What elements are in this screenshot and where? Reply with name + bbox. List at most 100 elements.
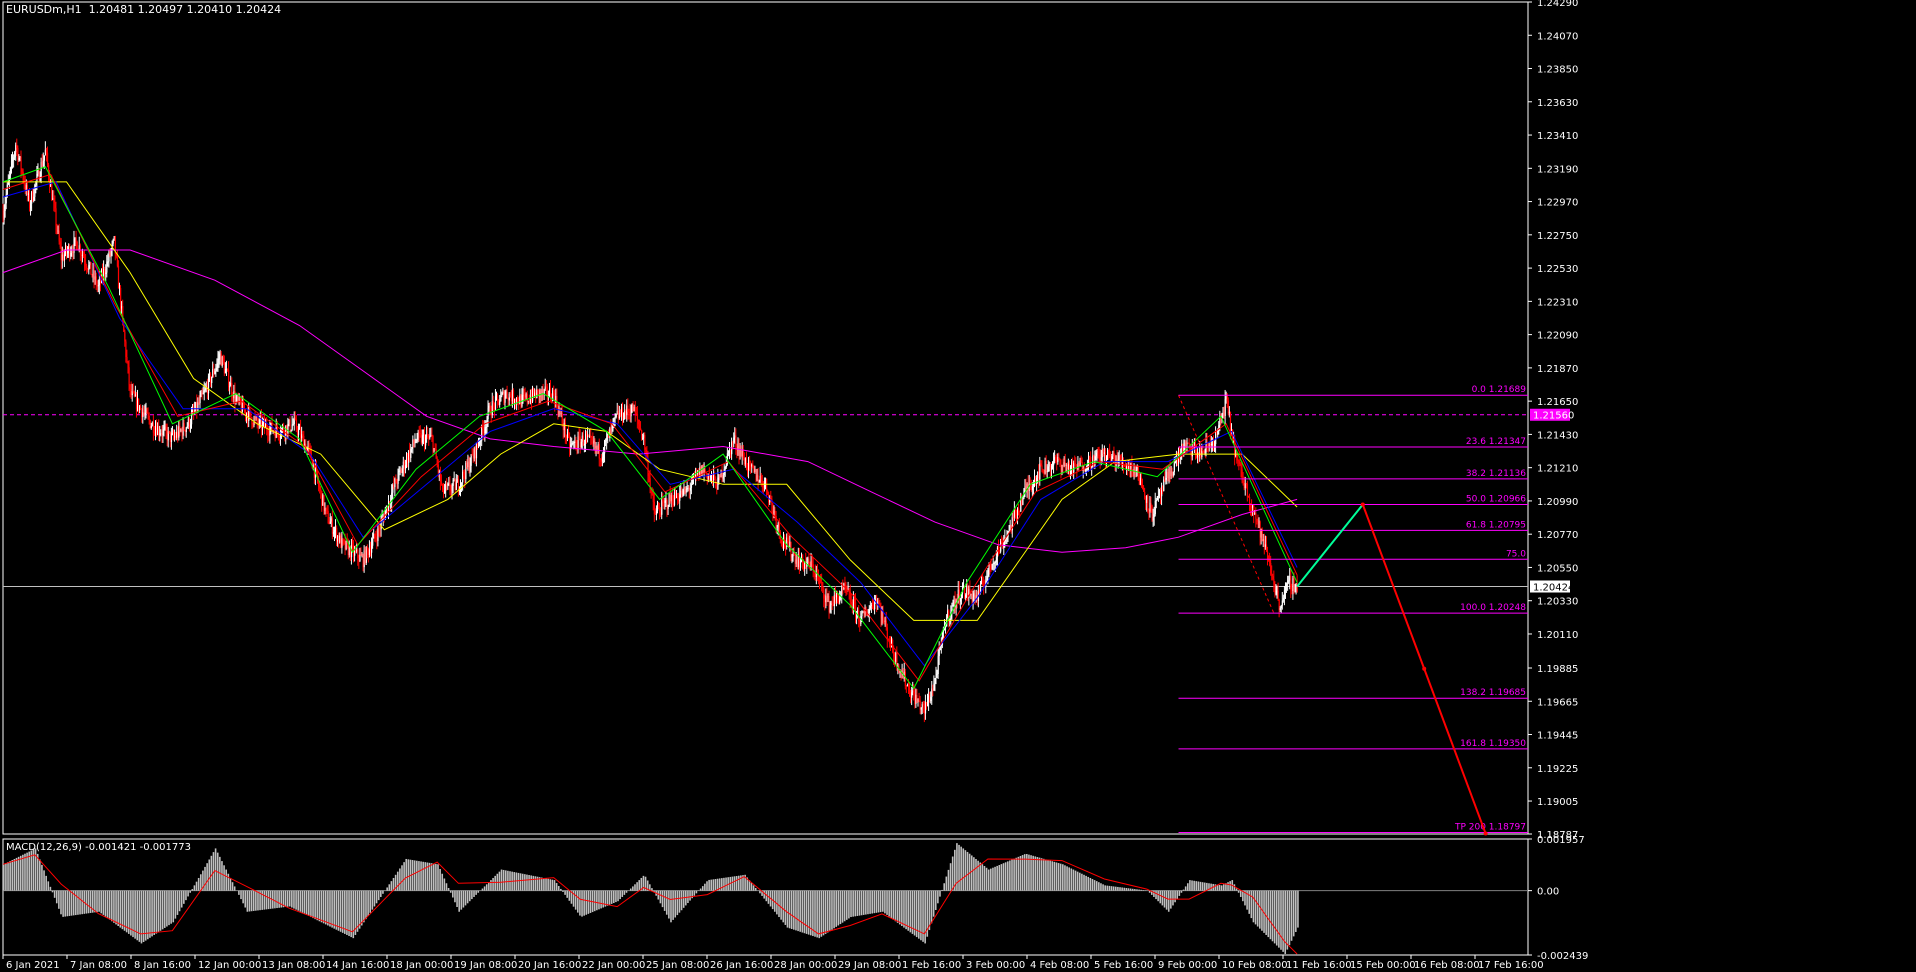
macd-histogram-bar <box>886 890 888 915</box>
macd-histogram-bar <box>320 890 323 923</box>
candle-body <box>444 490 446 494</box>
candle-body <box>430 435 432 437</box>
candle-body <box>426 434 428 438</box>
candle-body <box>1286 584 1288 586</box>
candle-body <box>741 450 743 457</box>
candle-body <box>723 469 725 476</box>
candle-body <box>88 265 90 271</box>
candle-body <box>744 458 747 465</box>
macd-histogram-bar <box>587 890 590 914</box>
macd-histogram-bar <box>1284 890 1287 954</box>
chart-svg[interactable]: 1.242901.240701.238501.236301.234101.231… <box>0 0 1916 972</box>
candle-body <box>372 538 374 546</box>
macd-histogram-bar <box>1002 863 1005 891</box>
candle-body <box>643 435 645 438</box>
candle-body <box>1222 412 1224 416</box>
candle-body <box>1173 463 1175 473</box>
candle-body <box>466 462 468 468</box>
macd-histogram-bar <box>102 890 105 915</box>
candle-body <box>153 432 156 434</box>
time-tick-label: 7 Jan 08:00 <box>70 960 127 971</box>
candle-body <box>680 490 682 495</box>
macd-histogram-bar <box>11 860 14 891</box>
candle-body <box>535 392 537 399</box>
candle-body <box>1115 458 1117 467</box>
candle-body <box>351 544 354 547</box>
candle-body <box>935 674 937 679</box>
time-tick-label: 25 Jan 08:00 <box>646 960 709 971</box>
candle-body <box>1252 505 1254 508</box>
macd-histogram-bar <box>108 890 111 920</box>
candle-body <box>606 437 608 441</box>
macd-histogram-bar <box>706 881 708 891</box>
candle-body <box>1280 605 1282 609</box>
candle-body <box>795 559 797 564</box>
candle-body <box>107 261 109 263</box>
candle-body <box>629 412 631 417</box>
macd-label: MACD(12,26,9) -0.001421 -0.001773 <box>6 842 191 853</box>
candle-body <box>774 511 776 517</box>
candle-body <box>525 393 527 398</box>
candle-body <box>240 403 242 412</box>
macd-histogram-bar <box>13 858 16 891</box>
candle-body <box>716 487 718 490</box>
candle-body <box>52 198 54 200</box>
candle-body <box>218 358 220 360</box>
candle-body <box>916 695 918 702</box>
candle-body <box>308 445 310 447</box>
macd-histogram-bar <box>845 890 848 920</box>
macd-histogram-bar <box>1083 874 1085 891</box>
candle-body <box>301 434 303 439</box>
candle-body <box>925 702 928 707</box>
candle-body <box>801 554 803 562</box>
time-tick-label: 16 Feb 08:00 <box>1414 960 1480 971</box>
candle-body <box>165 426 167 432</box>
candle-body <box>475 443 478 459</box>
candle-body <box>671 495 674 504</box>
candle-body <box>428 437 430 439</box>
candle-body <box>134 394 137 397</box>
macd-histogram-bar <box>24 853 26 891</box>
candle-body <box>523 394 525 396</box>
candle-body <box>553 390 555 394</box>
macd-histogram-bar <box>1112 886 1115 891</box>
candle-body <box>914 694 916 705</box>
candle-body <box>24 183 26 191</box>
macd-histogram-bar <box>894 890 897 922</box>
candle-body <box>877 601 879 604</box>
macd-histogram-bar <box>111 890 113 922</box>
candle-body <box>1013 509 1016 518</box>
candle-body <box>484 427 486 434</box>
macd-histogram-bar <box>464 890 467 906</box>
macd-histogram-bar <box>166 890 168 927</box>
candle-body <box>658 508 660 510</box>
candles <box>2 138 1298 723</box>
candle-body <box>870 604 873 606</box>
macd-histogram-bar <box>1100 883 1102 891</box>
candle-body <box>416 439 418 441</box>
macd-histogram-bar <box>979 862 982 891</box>
candle-body <box>322 495 324 506</box>
macd-histogram-bar <box>231 882 234 891</box>
macd-histogram-bar <box>1155 890 1157 900</box>
projection-point <box>1483 831 1488 836</box>
macd-histogram-bar <box>1117 886 1119 891</box>
macd-histogram-bar <box>316 890 319 921</box>
macd-histogram-bar <box>606 890 609 906</box>
macd-histogram-bar <box>937 890 939 904</box>
candle-body <box>1008 530 1010 532</box>
macd-histogram-bar <box>1023 854 1026 891</box>
candle-body <box>288 419 290 425</box>
candle-body <box>19 156 21 158</box>
candle-body <box>364 550 366 563</box>
candle-body <box>1108 449 1110 452</box>
candle-body <box>329 521 331 524</box>
candle-body <box>1153 514 1155 517</box>
candle-body <box>1150 502 1152 506</box>
macd-histogram-bar <box>551 879 554 891</box>
candle-body <box>71 251 73 253</box>
macd-histogram-bar <box>826 890 829 933</box>
candle-body <box>164 426 166 429</box>
candle-body <box>1276 590 1278 592</box>
candle-body <box>596 446 598 450</box>
